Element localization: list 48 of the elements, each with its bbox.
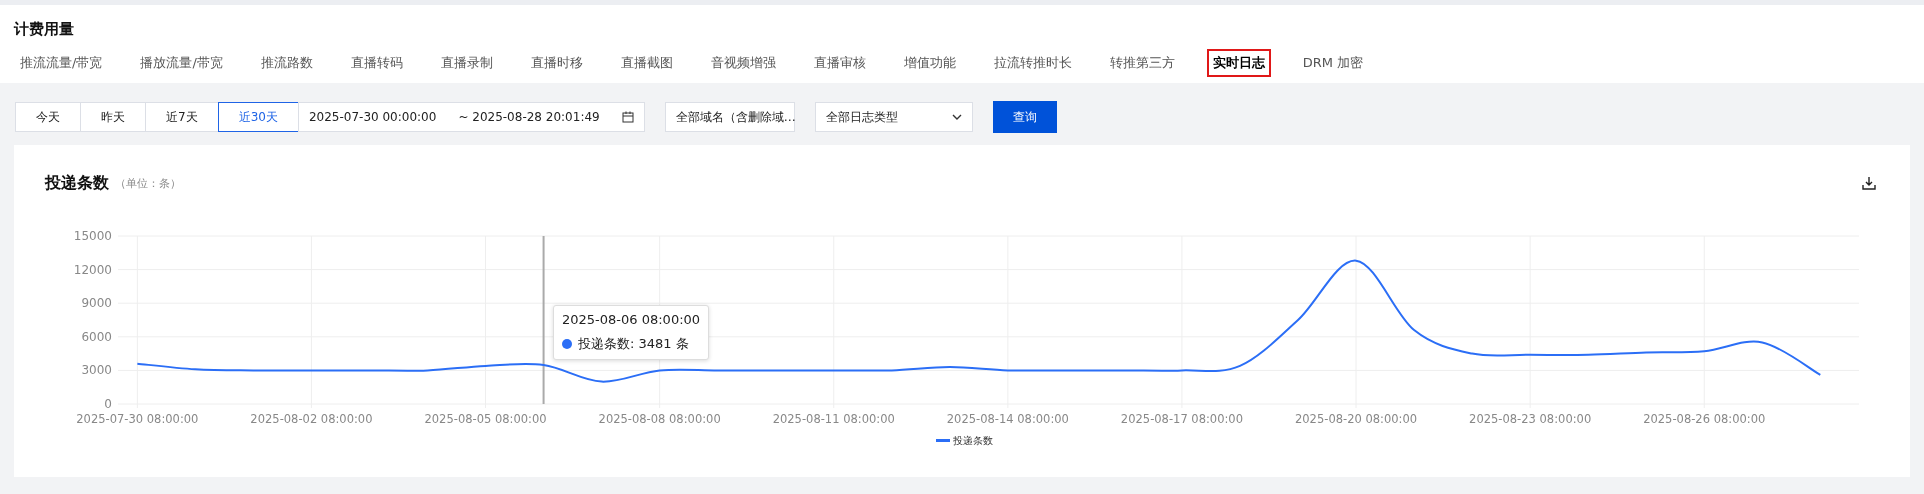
x-tick-label: 2025-08-14 08:00:00 [946,412,1069,426]
x-tick-label: 2025-08-05 08:00:00 [424,412,547,426]
y-tick-label: 9000 [81,296,112,311]
unit-label: （单位：条） [115,175,182,191]
calendar-icon [621,111,634,123]
tab[interactable]: DRM 加密 [1296,49,1370,77]
y-tick-label: 3000 [81,363,112,378]
chevron-down-icon [951,114,962,120]
x-tick-label: 2025-08-08 08:00:00 [598,412,721,426]
tooltip-value: 投递条数: 3481 条 [578,335,689,353]
tab[interactable]: 直播审核 [807,49,872,77]
y-tick-label: 6000 [81,329,112,344]
range-button[interactable]: 近30天 [217,102,299,132]
x-tick-label: 2025-08-23 08:00:00 [1469,412,1592,426]
tab[interactable]: 直播截图 [614,49,679,77]
download-icon[interactable] [1862,176,1876,190]
domain-select[interactable]: 全部域名（含删除域… [664,102,795,132]
query-button[interactable]: 查询 [992,101,1057,133]
chart-title: 投递条数 [45,172,109,194]
tab[interactable]: 直播时移 [524,49,589,77]
tab[interactable]: 拉流转推时长 [987,49,1078,77]
x-tick-label: 2025-08-20 08:00:00 [1294,412,1418,426]
date-range-field[interactable]: 2025-07-30 00:00:00 ~ 2025-08-28 20:01:49 [297,102,645,132]
tab[interactable]: 推流路数 [254,49,319,77]
tab[interactable]: 推流流量/带宽 [14,49,109,77]
tooltip-time: 2025-08-06 08:00:00 [562,312,701,327]
tab[interactable]: 音视频增强 [704,49,782,77]
tab[interactable]: 直播转码 [344,49,409,77]
series-dot [562,339,572,349]
y-tick-label: 12000 [73,262,112,277]
x-tick-label: 2025-07-30 08:00:00 [76,412,199,426]
x-tick-label: 2025-08-26 08:00:00 [1643,412,1766,426]
range-button[interactable]: 今天 [15,102,81,132]
tab[interactable]: 播放流量/带宽 [134,49,229,77]
range-button[interactable]: 近7天 [145,102,219,132]
tab[interactable]: 实时日志 [1206,49,1271,77]
tab[interactable]: 直播录制 [434,49,499,77]
x-tick-label: 2025-08-02 08:00:00 [250,412,373,426]
tab[interactable]: 增值功能 [897,49,962,77]
y-tick-label: 15000 [73,229,112,243]
x-tick-label: 2025-08-11 08:00:00 [772,412,895,426]
x-tick-label: 2025-08-17 08:00:00 [1120,412,1243,426]
legend-label[interactable]: 投递条数 [953,435,993,446]
range-button[interactable]: 昨天 [80,102,146,132]
page-title: 计费用量 [14,19,74,40]
y-tick-label: 0 [104,397,112,411]
tab[interactable]: 转推第三方 [1103,49,1181,77]
log-type-select[interactable]: 全部日志类型 [814,102,973,132]
